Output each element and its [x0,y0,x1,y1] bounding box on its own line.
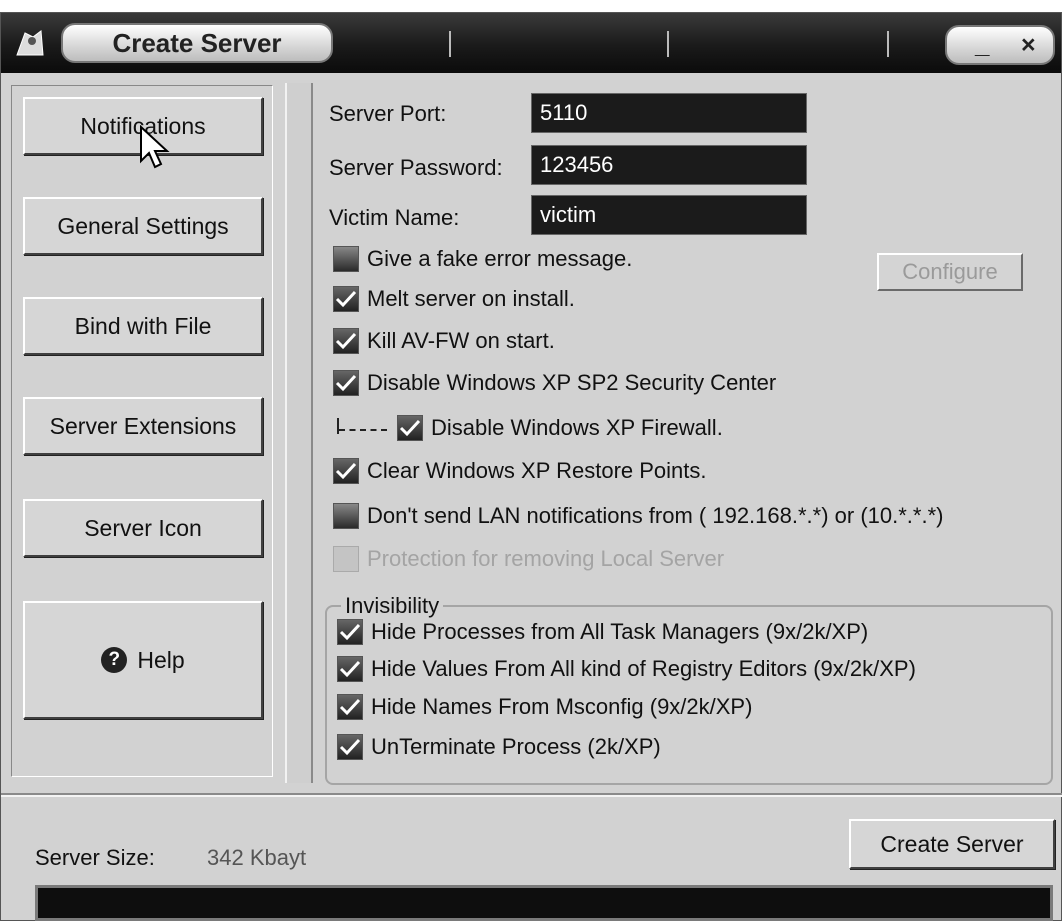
invisibility-legend: Invisibility [341,593,444,619]
general-settings-button-label: General Settings [57,212,229,239]
fake-error-checkbox[interactable] [333,246,359,272]
kill-av-fw-label: Kill AV-FW on start. [367,328,555,353]
melt-server-option[interactable]: Melt server on install. [333,286,575,312]
hide-msconfig-checkbox[interactable] [337,694,363,720]
fake-error-label: Give a fake error message. [367,246,633,271]
check-icon [335,332,357,350]
lan-notifications-checkbox[interactable] [333,503,359,529]
clear-restore-points-checkbox[interactable] [333,458,359,484]
window-controls: _ × [945,25,1055,65]
hide-registry-values-checkbox[interactable] [337,656,363,682]
bind-with-file-button[interactable]: Bind with File [23,297,263,355]
window-title: Create Server [61,23,333,63]
titlebar-divider [667,31,669,57]
titlebar-divider [449,31,451,57]
kill-av-fw-checkbox[interactable] [333,328,359,354]
victim-name-input[interactable] [531,195,807,235]
hide-processes-checkbox[interactable] [337,619,363,645]
progress-bar [35,885,1053,921]
mouse-cursor-icon [140,125,170,169]
panel-divider[interactable] [285,83,313,783]
clear-restore-points-option[interactable]: Clear Windows XP Restore Points. [333,458,707,484]
victim-name-label: Victim Name: [329,205,460,230]
hide-msconfig-option[interactable]: Hide Names From Msconfig (9x/2k/XP) [337,694,752,720]
check-icon [339,698,361,716]
server-password-label: Server Password: [329,155,503,180]
check-icon [399,419,421,437]
bind-with-file-button-label: Bind with File [74,312,212,339]
server-extensions-button[interactable]: Server Extensions [23,397,263,455]
server-extensions-button-label: Server Extensions [49,412,237,439]
help-button-label: Help [137,646,185,673]
disable-security-center-checkbox[interactable] [333,370,359,396]
hide-processes-option[interactable]: Hide Processes from All Task Managers (9… [337,619,868,645]
check-icon [339,738,361,756]
hide-msconfig-label: Hide Names From Msconfig (9x/2k/XP) [371,694,753,719]
check-icon [335,462,357,480]
create-server-window: Create Server _ × Notifications General … [0,12,1062,921]
server-size-value: 342 Kbayt [207,845,307,870]
disable-firewall-option[interactable]: Disable Windows XP Firewall. [335,415,723,441]
app-icon [16,30,44,56]
disable-firewall-label: Disable Windows XP Firewall. [431,415,723,440]
tree-connector [335,418,391,438]
check-icon [335,290,357,308]
minimize-button[interactable]: _ [975,29,989,60]
server-port-label: Server Port: [329,101,447,126]
kill-av-fw-option[interactable]: Kill AV-FW on start. [333,328,555,354]
check-icon [339,623,361,641]
hide-registry-values-label: Hide Values From All kind of Registry Ed… [371,656,916,681]
lan-notifications-label: Don't send LAN notifications from ( 192.… [367,503,944,528]
general-settings-button[interactable]: General Settings [23,197,263,255]
server-password-input[interactable] [531,145,807,185]
server-icon-button-label: Server Icon [84,514,202,541]
help-icon: ? [101,647,128,673]
configure-button-label: Configure [902,259,998,284]
close-button[interactable]: × [1021,31,1036,60]
melt-server-checkbox[interactable] [333,286,359,312]
configure-button[interactable]: Configure [877,253,1023,291]
unterminate-process-label: UnTerminate Process (2k/XP) [371,734,661,759]
clear-restore-points-label: Clear Windows XP Restore Points. [367,458,707,483]
unterminate-process-checkbox[interactable] [337,734,363,760]
disable-firewall-checkbox[interactable] [397,415,423,441]
server-port-input[interactable] [531,93,807,133]
hide-registry-values-option[interactable]: Hide Values From All kind of Registry Ed… [337,656,916,682]
protection-checkbox [333,546,359,572]
hide-processes-label: Hide Processes from All Task Managers (9… [371,619,869,644]
page-top-strip [0,0,1062,12]
check-icon [335,374,357,392]
footer-separator [1,793,1062,797]
server-size-label: Server Size: [35,845,155,870]
check-icon [339,660,361,678]
disable-security-center-option[interactable]: Disable Windows XP SP2 Security Center [333,370,776,396]
create-server-button[interactable]: Create Server [849,819,1055,869]
help-button[interactable]: ? Help [23,601,263,719]
melt-server-label: Melt server on install. [367,286,575,311]
disable-security-center-label: Disable Windows XP SP2 Security Center [367,370,777,395]
lan-notifications-option[interactable]: Don't send LAN notifications from ( 192.… [333,503,943,529]
protection-label: Protection for removing Local Server [367,546,725,571]
unterminate-process-option[interactable]: UnTerminate Process (2k/XP) [337,734,661,760]
server-icon-button[interactable]: Server Icon [23,499,263,557]
titlebar-divider [887,31,889,57]
title-bar: Create Server _ × [1,13,1061,73]
protection-option: Protection for removing Local Server [333,546,724,572]
create-server-button-label: Create Server [880,830,1024,857]
fake-error-option[interactable]: Give a fake error message. [333,246,632,272]
